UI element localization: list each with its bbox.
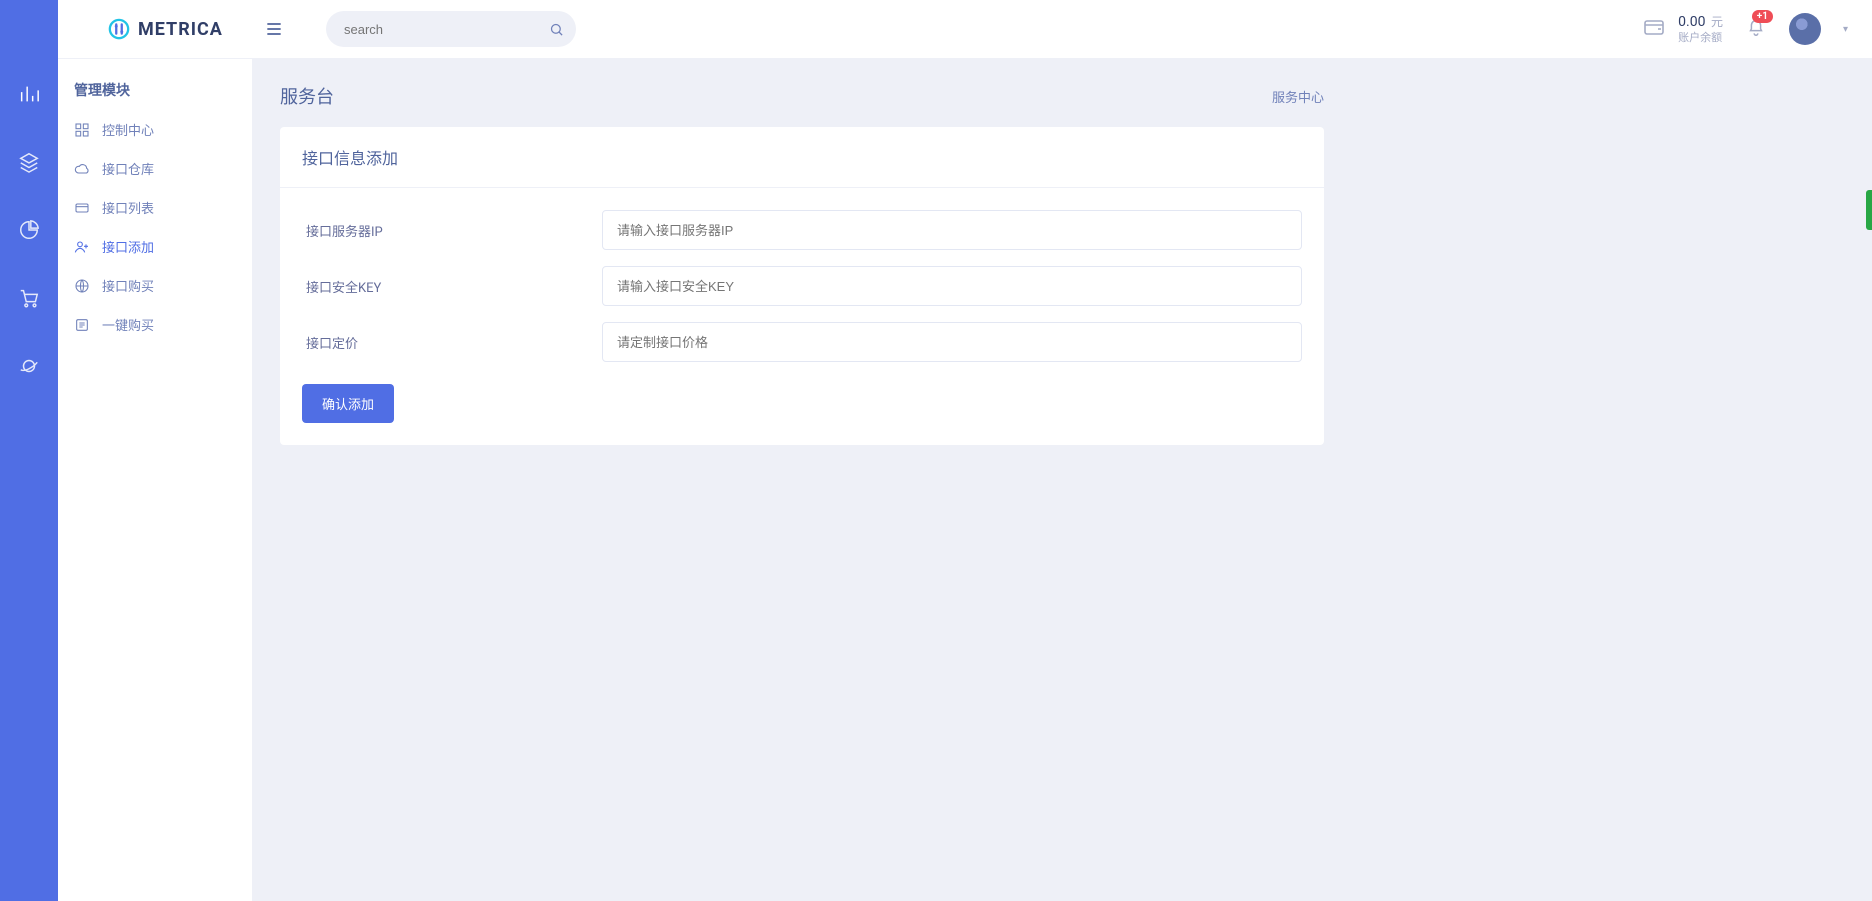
- label-price: 接口定价: [302, 333, 602, 352]
- search-box: [326, 11, 576, 47]
- input-sec-key[interactable]: [602, 266, 1302, 306]
- search-button[interactable]: [542, 15, 570, 43]
- wallet-icon: [1642, 15, 1666, 43]
- sidebar-item-label: 一键购买: [102, 315, 154, 334]
- rail-item-cart[interactable]: [15, 284, 43, 312]
- cloud-icon: [74, 161, 90, 177]
- sidebar-item-control-center[interactable]: 控制中心: [58, 110, 252, 149]
- logo-icon: [108, 18, 130, 40]
- balance-amount: 0.00: [1678, 14, 1705, 30]
- balance-unit: 元: [1711, 15, 1723, 29]
- input-server-ip[interactable]: [602, 210, 1302, 250]
- sidebar-section-title: 管理模块: [58, 70, 252, 110]
- notifications-button[interactable]: +1: [1745, 16, 1767, 42]
- balance-block[interactable]: 0.00 元 账户余额: [1642, 14, 1723, 44]
- sidebar-item-api-warehouse[interactable]: 接口仓库: [58, 149, 252, 188]
- scroll-indicator: [1866, 190, 1872, 230]
- form-card: 接口信息添加 接口服务器IP 接口安全KEY 接口定价 确认添加: [280, 127, 1324, 445]
- sidebar-item-api-add[interactable]: 接口添加: [58, 227, 252, 266]
- user-plus-icon: [74, 239, 90, 255]
- brand-name: METRICA: [138, 19, 223, 40]
- label-server-ip: 接口服务器IP: [302, 221, 602, 240]
- rail-item-planet[interactable]: [15, 352, 43, 380]
- sidebar-item-label: 接口列表: [102, 198, 154, 217]
- nav-rail: [0, 0, 58, 901]
- sidebar: 管理模块 控制中心 接口仓库 接口列表 接口添加 接口购买 一键购买: [58, 0, 252, 901]
- sidebar-item-label: 接口仓库: [102, 159, 154, 178]
- brand-logo[interactable]: METRICA: [78, 18, 252, 40]
- submit-button[interactable]: 确认添加: [302, 384, 394, 423]
- menu-toggle[interactable]: [262, 17, 286, 41]
- topbar: METRICA 0.00 元 账户余额 +1: [58, 0, 1872, 59]
- sidebar-item-label: 接口添加: [102, 237, 154, 256]
- grid-icon: [74, 122, 90, 138]
- user-menu-chevron[interactable]: ▾: [1843, 24, 1848, 35]
- planet-icon: [18, 355, 40, 377]
- cart-icon: [18, 287, 40, 309]
- balance-label: 账户余额: [1678, 31, 1723, 44]
- rail-item-analytics[interactable]: [15, 80, 43, 108]
- page-title: 服务台: [280, 83, 334, 109]
- pie-chart-icon: [18, 219, 40, 241]
- rail-item-layers[interactable]: [15, 148, 43, 176]
- notif-badge: +1: [1752, 10, 1773, 23]
- sidebar-item-api-list[interactable]: 接口列表: [58, 188, 252, 227]
- search-input[interactable]: [326, 11, 576, 47]
- list-icon: [74, 317, 90, 333]
- rail-item-pie[interactable]: [15, 216, 43, 244]
- hamburger-icon: [264, 19, 284, 39]
- breadcrumb[interactable]: 服务中心: [1272, 87, 1324, 106]
- search-icon: [549, 22, 564, 37]
- card-icon: [74, 200, 90, 216]
- layers-icon: [18, 151, 40, 173]
- avatar[interactable]: [1789, 13, 1821, 45]
- card-title: 接口信息添加: [280, 127, 1324, 188]
- main: 服务台 服务中心 接口信息添加 接口服务器IP 接口安全KEY 接口定价 确认添…: [252, 0, 1352, 901]
- globe-icon: [74, 278, 90, 294]
- bar-chart-icon: [18, 83, 40, 105]
- input-price[interactable]: [602, 322, 1302, 362]
- sidebar-item-one-click-buy[interactable]: 一键购买: [58, 305, 252, 344]
- sidebar-item-label: 控制中心: [102, 120, 154, 139]
- sidebar-item-api-buy[interactable]: 接口购买: [58, 266, 252, 305]
- label-sec-key: 接口安全KEY: [302, 277, 602, 296]
- sidebar-item-label: 接口购买: [102, 276, 154, 295]
